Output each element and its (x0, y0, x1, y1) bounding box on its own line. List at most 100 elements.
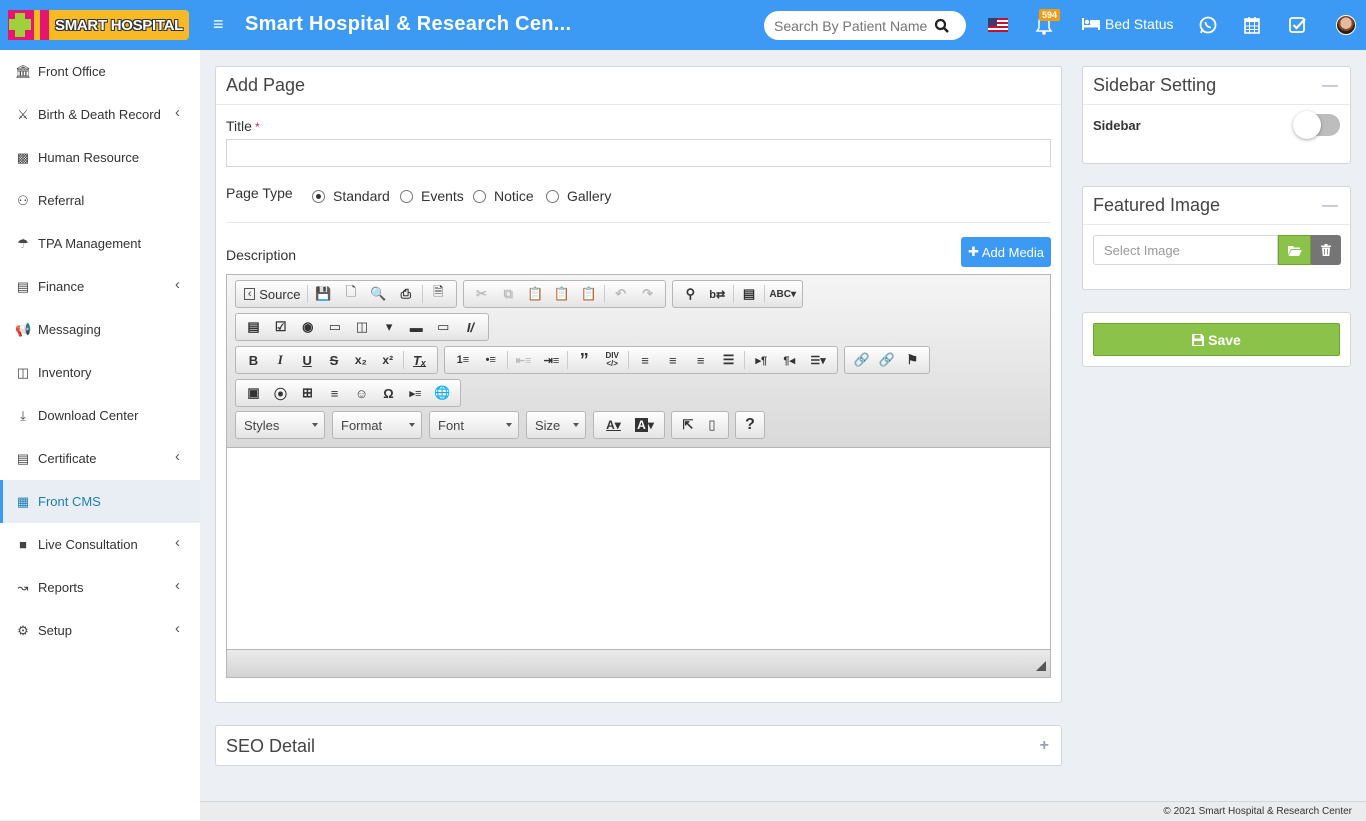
select-all-icon[interactable]: ▤ (736, 282, 763, 306)
image-icon[interactable]: ▣ (240, 381, 267, 405)
user-avatar[interactable] (1336, 15, 1356, 35)
expand-plus-icon[interactable]: + (1040, 737, 1049, 755)
page-break-icon[interactable]: ▸≡ (402, 381, 429, 405)
align-left-icon[interactable]: ≡ (631, 348, 659, 372)
paste-icon[interactable]: 📋 (522, 282, 549, 306)
patient-search-input[interactable] (774, 17, 934, 34)
maximize-icon[interactable]: ⇱ (676, 413, 700, 437)
remove-format-icon[interactable]: Tₓ (406, 348, 433, 372)
radio-events-button[interactable] (400, 189, 413, 203)
flash-icon[interactable]: ⦿ (267, 381, 294, 405)
spellcheck-icon[interactable]: ABC▾ (767, 282, 798, 306)
undo-icon[interactable]: ↶ (607, 282, 634, 306)
background-color-icon[interactable]: A ▾ (629, 413, 660, 437)
align-center-icon[interactable]: ≡ (659, 348, 687, 372)
bulleted-list-icon[interactable]: •≡ (477, 348, 505, 372)
sidebar-item-birth-death-record[interactable]: ⚔ Birth & Death Record ‹ (0, 93, 200, 136)
text-color-icon[interactable]: A▾ (598, 413, 629, 437)
redo-icon[interactable]: ↷ (634, 282, 661, 306)
find-icon[interactable]: ⚲ (677, 282, 704, 306)
title-input[interactable] (226, 139, 1051, 167)
radio-icon[interactable]: ◉ (294, 315, 321, 339)
italic-icon[interactable]: I (267, 348, 294, 372)
preview-icon[interactable]: 🔍 (365, 282, 392, 306)
sidebar-item-download-center[interactable]: ⤓ Download Center (0, 394, 200, 437)
sidebar-item-inventory[interactable]: ◫ Inventory (0, 351, 200, 394)
subscript-icon[interactable]: x₂ (347, 348, 374, 372)
help-question-icon[interactable]: ? (736, 413, 764, 437)
ltr-icon[interactable]: ▸¶ (747, 348, 775, 372)
sidebar-item-messaging[interactable]: 📢 Messaging (0, 308, 200, 351)
textarea-icon[interactable]: ◫ (348, 315, 375, 339)
link-icon[interactable]: 🔗 (849, 348, 874, 372)
show-blocks-icon[interactable]: ▯ (700, 413, 724, 437)
tasks-check-icon[interactable] (1288, 15, 1308, 35)
radio-standard[interactable]: Standard (312, 188, 390, 204)
templates-icon[interactable]: 🗎 (425, 282, 452, 306)
format-dropdown[interactable]: Format (332, 411, 422, 439)
size-dropdown[interactable]: Size (526, 411, 586, 439)
div-container-icon[interactable]: DIV </> (598, 348, 626, 372)
bed-status-button[interactable]: Bed Status (1082, 16, 1174, 32)
sidebar-item-certificate[interactable]: ▤ Certificate ‹ (0, 437, 200, 480)
sidebar-item-front-cms[interactable]: ▦ Front CMS (0, 480, 200, 523)
resize-handle-icon[interactable] (1036, 661, 1046, 671)
radio-notice[interactable]: Notice (473, 188, 534, 204)
editor-content-area[interactable] (227, 449, 1050, 649)
sidebar-item-finance[interactable]: ▤ Finance ‹ (0, 265, 200, 308)
align-right-icon[interactable]: ≡ (687, 348, 715, 372)
special-char-omega-icon[interactable]: Ω (375, 381, 402, 405)
sidebar-item-front-office[interactable]: 🏛 Front Office (0, 50, 200, 93)
superscript-icon[interactable]: x² (374, 348, 401, 372)
radio-gallery-button[interactable] (546, 189, 559, 203)
checkbox-icon[interactable]: ☑ (267, 315, 294, 339)
folder-open-icon[interactable] (1278, 235, 1311, 265)
radio-standard-button[interactable] (312, 189, 325, 203)
numbered-list-icon[interactable]: 1≡ (449, 348, 477, 372)
add-media-button[interactable]: ✚ Add Media (961, 237, 1051, 267)
textfield-icon[interactable]: ▭ (321, 315, 348, 339)
horizontal-rule-icon[interactable]: ≡ (321, 381, 348, 405)
rtl-icon[interactable]: ¶◂ (775, 348, 803, 372)
copy-icon[interactable]: ⧉ (495, 282, 522, 306)
paste-text-icon[interactable]: 📋 (549, 282, 576, 306)
source-button[interactable]: ‹ Source (240, 282, 305, 306)
us-flag-icon[interactable] (988, 18, 1008, 32)
cut-icon[interactable]: ✂ (468, 282, 495, 306)
underline-icon[interactable]: U (294, 348, 321, 372)
collapse-minus-icon[interactable]: — (1322, 197, 1338, 215)
trash-icon[interactable] (1311, 235, 1341, 265)
logo[interactable]: SMART HOSPITAL (5, 10, 189, 40)
image-button-icon[interactable]: ▭ (430, 315, 457, 339)
styles-dropdown[interactable]: Styles (235, 411, 325, 439)
hidden-field-icon[interactable]: I/ (457, 315, 484, 339)
font-dropdown[interactable]: Font (429, 411, 519, 439)
blockquote-icon[interactable]: ” (570, 348, 598, 372)
sidebar-item-reports[interactable]: ↝ Reports ‹ (0, 566, 200, 609)
sidebar-toggle-switch[interactable] (1293, 111, 1340, 139)
smiley-icon[interactable]: ☺ (348, 381, 375, 405)
sidebar-item-tpa-management[interactable]: ☂ TPA Management (0, 222, 200, 265)
justify-icon[interactable]: ☰ (715, 348, 743, 372)
sidebar-item-setup[interactable]: ⚙ Setup ‹ (0, 609, 200, 652)
menu-toggle-icon[interactable]: ≡ (213, 14, 224, 35)
print-icon[interactable]: ⎙ (392, 282, 419, 306)
calendar-icon[interactable] (1243, 15, 1263, 35)
bold-icon[interactable]: B (240, 348, 267, 372)
whatsapp-icon[interactable] (1198, 15, 1218, 35)
save-doc-icon[interactable]: 💾 (310, 282, 337, 306)
search-icon[interactable] (934, 18, 950, 34)
table-icon[interactable]: ⊞ (294, 381, 321, 405)
anchor-flag-icon[interactable]: ⚑ (900, 348, 925, 372)
radio-gallery[interactable]: Gallery (546, 188, 611, 204)
sidebar-item-human-resource[interactable]: ▩ Human Resource (0, 136, 200, 179)
iframe-globe-icon[interactable]: 🌐 (429, 381, 456, 405)
radio-events[interactable]: Events (400, 188, 464, 204)
select-image-input[interactable]: Select Image (1093, 235, 1278, 265)
radio-notice-button[interactable] (473, 189, 486, 203)
replace-icon[interactable]: b⇄ (704, 282, 731, 306)
sidebar-item-live-consultation[interactable]: ■ Live Consultation ‹ (0, 523, 200, 566)
language-icon[interactable]: ☰▾ (803, 348, 833, 372)
unlink-icon[interactable]: 🔗 (874, 348, 899, 372)
new-page-icon[interactable]: 🗋 (337, 282, 364, 306)
